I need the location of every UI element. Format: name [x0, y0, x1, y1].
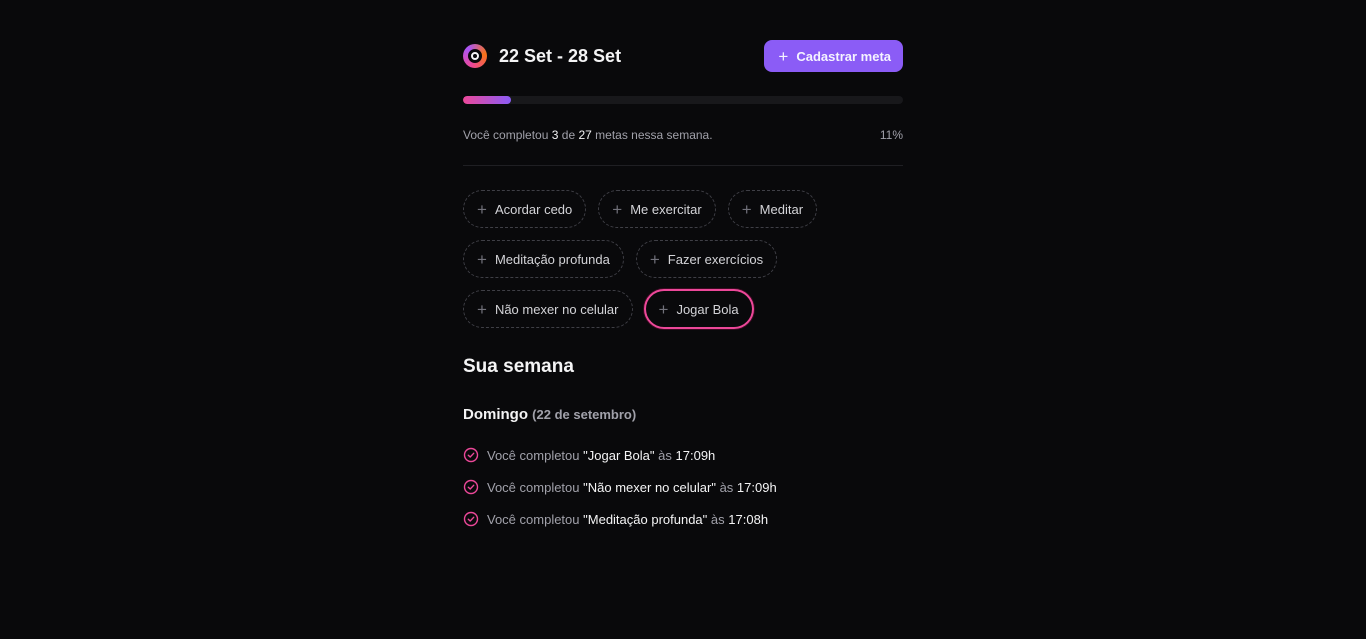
app-container: 22 Set - 28 Set + Cadastrar meta Você co… — [463, 40, 903, 551]
progress-summary-text: Você completou 3 de 27 metas nessa seman… — [463, 128, 713, 142]
pending-goal-button[interactable]: + Meditação profunda — [463, 240, 624, 278]
summary-middle: de — [561, 128, 576, 142]
in-orbit-logo-icon — [463, 44, 487, 68]
plus-icon: + — [612, 199, 623, 219]
pending-goal-button[interactable]: + Me exercitar — [598, 190, 716, 228]
plus-icon: + — [658, 299, 669, 319]
day-heading: Domingo (22 de setembro) — [463, 406, 903, 423]
pending-goal-label: Jogar Bola — [676, 301, 739, 317]
create-goal-button[interactable]: + Cadastrar meta — [764, 40, 903, 72]
completion-goal: "Jogar Bola" — [583, 447, 655, 463]
pending-goal-button-focused[interactable]: + Jogar Bola — [643, 289, 754, 329]
completion-time: 17:09h — [736, 479, 777, 495]
completion-item: Você completou "Meditação profunda" às 1… — [463, 503, 903, 535]
completion-goal: "Meditação profunda" — [583, 511, 708, 527]
completion-text: Você completou "Não mexer no celular" às… — [487, 480, 777, 495]
completed-count: 3 — [551, 128, 559, 142]
pending-goal-label: Não mexer no celular — [494, 301, 619, 317]
completion-at: às — [719, 479, 734, 495]
progress-bar — [463, 96, 903, 104]
completion-prefix: Você completou — [487, 447, 580, 463]
header: 22 Set - 28 Set + Cadastrar meta — [463, 40, 903, 72]
header-left: 22 Set - 28 Set — [463, 44, 621, 68]
separator — [463, 165, 903, 166]
plus-icon: + — [741, 199, 752, 219]
progress-percent: 11% — [879, 128, 903, 142]
week-section-title: Sua semana — [463, 356, 574, 377]
completion-text: Você completou "Jogar Bola" às 17:09h — [487, 448, 715, 463]
pending-goal-button[interactable]: + Acordar cedo — [463, 190, 587, 228]
completion-item: Você completou "Não mexer no celular" às… — [463, 471, 903, 503]
plus-icon: + — [477, 199, 487, 219]
completion-prefix: Você completou — [487, 479, 580, 495]
week-range-title: 22 Set - 28 Set — [499, 45, 622, 66]
pending-goal-button[interactable]: + Não mexer no celular — [463, 290, 633, 328]
completion-item: Você completou "Jogar Bola" às 17:09h — [463, 439, 903, 471]
completion-text: Você completou "Meditação profunda" às 1… — [487, 512, 768, 527]
completion-prefix: Você completou — [487, 511, 580, 527]
summary-suffix: metas nessa semana. — [595, 128, 713, 142]
plus-icon: + — [477, 299, 487, 319]
pending-goal-button[interactable]: + Meditar — [727, 190, 818, 228]
completion-goal: "Não mexer no celular" — [583, 479, 716, 495]
pending-goal-label: Fazer exercícios — [667, 251, 764, 267]
completion-list: Você completou "Jogar Bola" às 17:09h Vo… — [463, 439, 903, 535]
progress-info: Você completou 3 de 27 metas nessa seman… — [463, 128, 903, 142]
check-circle-icon — [463, 479, 479, 495]
completion-time: 17:08h — [728, 511, 769, 527]
completion-time: 17:09h — [675, 447, 716, 463]
day-date: (22 de setembro) — [532, 407, 637, 422]
check-circle-icon — [463, 447, 479, 463]
total-count: 27 — [578, 128, 592, 142]
plus-icon: + — [477, 249, 487, 269]
pending-goal-label: Me exercitar — [630, 201, 702, 217]
summary-prefix: Você completou — [463, 128, 549, 142]
plus-icon: + — [778, 46, 789, 66]
pending-goal-label: Acordar cedo — [494, 201, 573, 217]
completion-at: às — [658, 447, 672, 463]
check-circle-icon — [463, 511, 479, 527]
pending-goal-label: Meditação profunda — [494, 251, 610, 267]
completion-at: às — [710, 511, 725, 527]
plus-icon: + — [649, 249, 660, 269]
create-goal-label: Cadastrar meta — [796, 48, 891, 64]
day-weekday: Domingo — [463, 406, 528, 423]
pending-goal-label: Meditar — [759, 201, 804, 217]
pending-goals: + Acordar cedo + Me exercitar + Meditar … — [463, 190, 903, 329]
progress-bar-fill — [463, 96, 512, 104]
pending-goal-button[interactable]: + Fazer exercícios — [635, 240, 778, 278]
